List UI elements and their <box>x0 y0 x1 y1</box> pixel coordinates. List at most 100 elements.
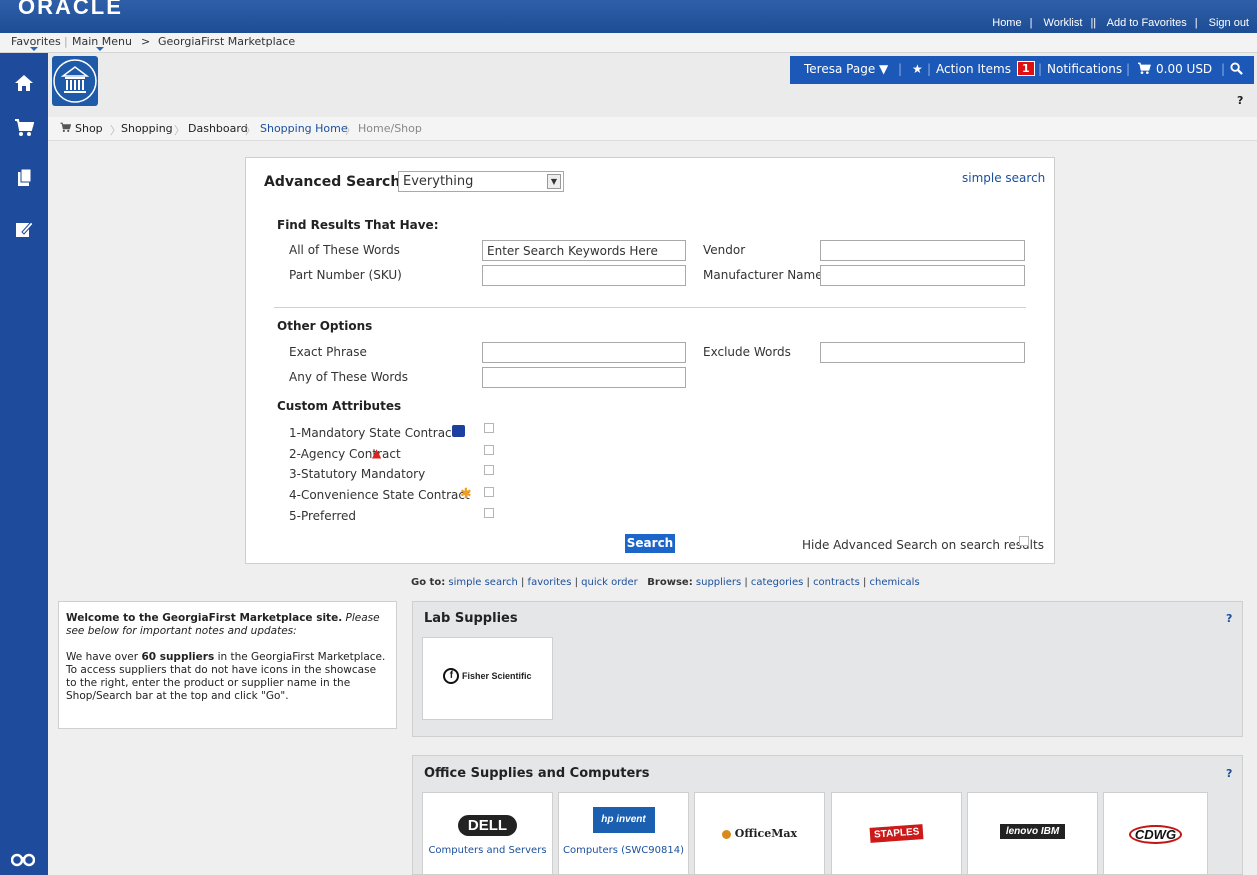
breadcrumb-shop[interactable]: Shop <box>75 122 103 135</box>
search-icon[interactable] <box>1230 62 1243 78</box>
supplier-tile-lenovo[interactable]: lenovo IBM <box>967 792 1098 875</box>
convenience-contract-icon: ✱ <box>460 486 472 502</box>
action-items-link[interactable]: Action Items <box>936 62 1011 76</box>
breadcrumb-dashboard[interactable]: Dashboard <box>188 122 248 135</box>
exact-phrase-input[interactable] <box>482 342 686 363</box>
cart-total-icon[interactable] <box>1137 62 1151 77</box>
action-items-badge: 1 <box>1017 61 1035 76</box>
part-number-input[interactable] <box>482 265 686 286</box>
search-scope-value: Everything <box>403 174 474 189</box>
find-results-heading: Find Results That Have: <box>277 218 439 232</box>
office-supplies-title: Office Supplies and Computers <box>424 766 650 781</box>
supplier-tile-dell[interactable]: DELL Computers and Servers <box>422 792 553 875</box>
notifications-link[interactable]: Notifications <box>1047 62 1122 76</box>
agency-contract-icon: ▲ <box>372 446 382 460</box>
dell-caption: Computers and Servers <box>428 845 547 856</box>
other-options-heading: Other Options <box>277 319 373 333</box>
dell-logo: DELL <box>457 815 518 836</box>
office-supplies-help-button[interactable]: ? <box>1226 767 1232 780</box>
simple-search-link[interactable]: simple search <box>962 171 1045 185</box>
attribute-agency-contract-label: 2-Agency Contract <box>289 447 401 461</box>
shop-cart-icon <box>60 122 72 135</box>
browse-label: Browse: <box>647 577 693 588</box>
browse-contracts-link[interactable]: contracts <box>813 577 860 588</box>
user-toolbar: Teresa Page ▼ | ★ | Action Items 1 | Not… <box>790 56 1254 84</box>
favorites-chevron-icon <box>30 47 38 51</box>
supplier-tile-fisher[interactable]: f Fisher Scientific <box>422 637 553 720</box>
attribute-convenience-checkbox[interactable] <box>484 487 494 497</box>
breadcrumb: Shop 〉 Shopping 〉 Dashboard 〉 Shopping H… <box>48 117 1257 141</box>
top-bar: ORACLE Home | Worklist || Add to Favorites… <box>0 0 1257 33</box>
user-menu[interactable]: Teresa Page ▼ <box>804 62 888 76</box>
search-scope-select[interactable]: Everything ▼ <box>398 171 564 192</box>
edit-icon[interactable] <box>13 219 35 241</box>
current-page-link[interactable]: GeorgiaFirst Marketplace <box>158 35 295 48</box>
supplier-tile-hp[interactable]: hp invent Computers (SWC90814) <box>558 792 689 875</box>
welcome-body: We have over 60 suppliers in the Georgia… <box>66 651 386 702</box>
top-links: Home | Worklist || Add to Favorites | Sign … <box>992 17 1249 29</box>
attribute-statutory-label: 3-Statutory Mandatory <box>289 467 426 481</box>
vendor-input[interactable] <box>820 240 1025 261</box>
welcome-panel: Welcome to the GeorgiaFirst Marketplace … <box>58 601 397 729</box>
hide-advanced-checkbox[interactable] <box>1019 536 1029 546</box>
attribute-mandatory-state-checkbox[interactable] <box>484 423 494 433</box>
all-words-label: All of These Words <box>289 243 400 257</box>
goto-simple-search-link[interactable]: simple search <box>448 577 517 588</box>
goto-favorites-link[interactable]: favorites <box>528 577 572 588</box>
add-to-favorites-link[interactable]: Add to Favorites <box>1107 17 1187 29</box>
part-number-label: Part Number (SKU) <box>289 268 402 282</box>
vendor-label: Vendor <box>703 243 746 257</box>
attribute-preferred-label: 5-Preferred <box>289 509 357 523</box>
manufacturer-input[interactable] <box>820 265 1025 286</box>
section-divider <box>274 307 1026 308</box>
supplier-tile-cdwg[interactable]: CDWG <box>1103 792 1208 875</box>
browse-categories-link[interactable]: categories <box>751 577 803 588</box>
chevron-down-icon[interactable]: ▼ <box>547 174 561 189</box>
supplier-tile-officemax[interactable]: OfficeMax <box>694 792 825 875</box>
breadcrumb-current: Home/Shop <box>358 122 422 135</box>
attribute-preferred-checkbox[interactable] <box>484 508 494 518</box>
home-link[interactable]: Home <box>992 17 1021 29</box>
any-words-label: Any of These Words <box>289 370 408 384</box>
cart-icon[interactable] <box>13 117 35 139</box>
hide-advanced-label: Hide Advanced Search on search results <box>802 538 1044 552</box>
cart-amount[interactable]: 0.00 USD <box>1156 62 1212 76</box>
exclude-words-input[interactable] <box>820 342 1025 363</box>
browse-suppliers-link[interactable]: suppliers <box>696 577 741 588</box>
main-menu-chevron-icon <box>96 47 104 51</box>
any-words-input[interactable] <box>482 367 686 388</box>
lab-supplies-help-button[interactable]: ? <box>1226 612 1232 625</box>
cdwg-logo: CDWG <box>1128 825 1183 844</box>
binoculars-icon[interactable] <box>10 849 36 871</box>
breadcrumb-shopping[interactable]: Shopping <box>121 122 173 135</box>
menu-bar: Favorites | Main Menu > GeorgiaFirst Mar… <box>0 33 1257 53</box>
exclude-words-label: Exclude Words <box>703 345 791 359</box>
sign-out-link[interactable]: Sign out <box>1209 17 1249 29</box>
worklist-link[interactable]: Worklist <box>1044 17 1083 29</box>
goto-quick-order-link[interactable]: quick order <box>581 577 638 588</box>
search-button[interactable]: Search <box>625 534 675 553</box>
nav-separator: > <box>141 35 151 48</box>
documents-icon[interactable] <box>13 168 35 190</box>
help-button[interactable]: ? <box>1237 94 1243 107</box>
oracle-logo: ORACLE <box>18 0 123 19</box>
home-icon[interactable] <box>13 73 35 95</box>
advanced-search-title: Advanced Search <box>264 174 401 190</box>
institution-seal-icon <box>52 56 98 106</box>
star-icon[interactable]: ★ <box>912 62 923 76</box>
supplier-count: 60 suppliers <box>141 651 215 663</box>
supplier-tile-staples[interactable]: STAPLES <box>831 792 962 875</box>
welcome-title: Welcome to the GeorgiaFirst Marketplace … <box>66 612 343 624</box>
attribute-convenience-label: 4-Convenience State Contract <box>289 488 470 502</box>
hp-logo: hp invent <box>592 807 655 833</box>
attribute-agency-contract-checkbox[interactable] <box>484 445 494 455</box>
breadcrumb-shopping-home[interactable]: Shopping Home <box>260 122 348 135</box>
exact-phrase-label: Exact Phrase <box>289 345 367 359</box>
goto-browse-bar: Go to: simple search | favorites | quick… <box>411 577 920 588</box>
all-words-input[interactable] <box>482 240 686 261</box>
lab-supplies-title: Lab Supplies <box>424 611 518 626</box>
attribute-statutory-checkbox[interactable] <box>484 465 494 475</box>
lenovo-ibm-logo: lenovo IBM <box>999 824 1066 839</box>
officemax-logo: OfficeMax <box>734 827 798 840</box>
browse-chemicals-link[interactable]: chemicals <box>870 577 920 588</box>
